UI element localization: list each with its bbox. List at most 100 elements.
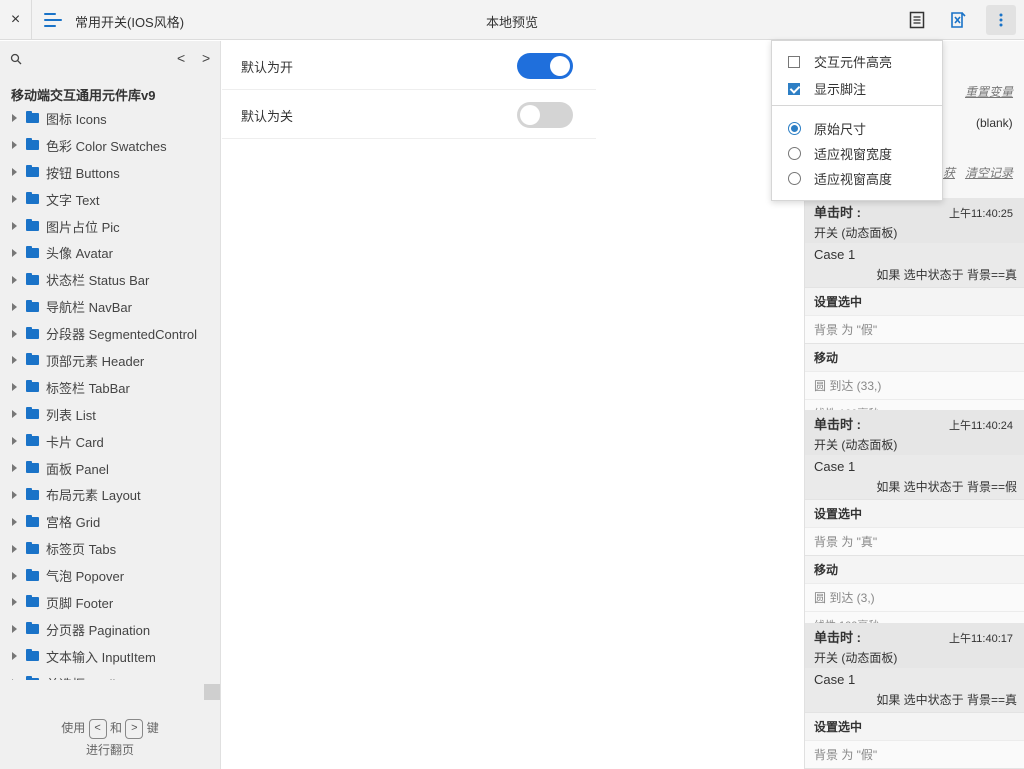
log-detail: 背景 为 "假"	[805, 315, 1024, 343]
export-icon[interactable]	[946, 8, 970, 32]
log-case: Case 1	[814, 672, 856, 687]
close-icon[interactable]: ×	[0, 0, 32, 40]
sidebar-item[interactable]: 列表 List	[0, 401, 220, 428]
expand-arrow-icon[interactable]	[12, 544, 17, 553]
toggle-switch[interactable]	[517, 53, 573, 79]
document-icon[interactable]	[905, 8, 929, 32]
expand-arrow-icon[interactable]	[12, 141, 17, 150]
expand-arrow-icon[interactable]	[12, 410, 17, 419]
expand-arrow-icon[interactable]	[12, 275, 17, 284]
folder-icon	[26, 272, 39, 285]
more-vert-icon[interactable]	[986, 5, 1016, 35]
menu-item-label: 交互元件高亮	[814, 55, 893, 70]
prev-page-button[interactable]: <	[177, 50, 185, 66]
folder-icon	[26, 649, 39, 662]
sidebar-item[interactable]: 卡片 Card	[0, 428, 220, 455]
sidebar-item-label: 文本输入 InputItem	[46, 649, 156, 665]
expand-arrow-icon[interactable]	[12, 302, 17, 311]
expand-arrow-icon[interactable]	[12, 679, 17, 680]
expand-arrow-icon[interactable]	[12, 652, 17, 661]
log-action: 移动	[805, 343, 1024, 371]
menu-item-label: 适应视窗高度	[814, 172, 893, 187]
scrollbar-corner[interactable]	[204, 684, 220, 700]
sidebar-item-label: 顶部元素 Header	[46, 353, 145, 369]
menu-item-fit-width[interactable]: 适应视窗宽度	[788, 144, 892, 163]
log-target: 开关 (动态面板)	[814, 438, 898, 452]
expand-arrow-icon[interactable]	[12, 571, 17, 580]
sidebar-item[interactable]: 图标 Icons	[0, 105, 220, 132]
expand-arrow-icon[interactable]	[12, 168, 17, 177]
menu-item-highlight[interactable]: 交互元件高亮	[788, 52, 892, 71]
folder-icon	[26, 380, 39, 393]
sitemap-menu-icon[interactable]	[44, 12, 62, 28]
sidebar-item[interactable]: 顶部元素 Header	[0, 347, 220, 374]
clear-log-link[interactable]: 清空记录	[965, 164, 1013, 181]
sidebar-item[interactable]: 文字 Text	[0, 186, 220, 213]
menu-divider	[772, 105, 942, 106]
menu-item-footnote[interactable]: 显示脚注	[788, 79, 866, 98]
radio-icon[interactable]	[788, 172, 801, 185]
folder-icon	[26, 219, 39, 231]
folder-icon	[26, 299, 39, 312]
log-detail: 背景 为 "真"	[805, 527, 1024, 555]
toggle-knob	[550, 56, 570, 76]
switch-row-off: 默认为关	[222, 90, 596, 139]
toggle-switch[interactable]	[517, 102, 573, 128]
menu-item-original-size[interactable]: 原始尺寸	[788, 119, 866, 138]
expand-arrow-icon[interactable]	[12, 464, 17, 473]
radio-icon[interactable]	[788, 147, 801, 160]
sidebar-item-label: 布局元素 Layout	[46, 488, 141, 504]
folder-icon	[26, 326, 39, 339]
sidebar-item[interactable]: 分页器 Pagination	[0, 616, 220, 643]
expand-arrow-icon[interactable]	[12, 329, 17, 338]
expand-arrow-icon[interactable]	[12, 490, 17, 499]
log-target: 开关 (动态面板)	[814, 226, 898, 240]
expand-arrow-icon[interactable]	[12, 356, 17, 365]
expand-arrow-icon[interactable]	[12, 114, 17, 123]
sidebar-item[interactable]: 宫格 Grid	[0, 508, 220, 535]
checkbox-icon[interactable]	[788, 82, 800, 95]
folder-icon	[26, 407, 39, 420]
sidebar-item[interactable]: 色彩 Color Swatches	[0, 132, 220, 159]
expand-arrow-icon[interactable]	[12, 598, 17, 607]
switch-row-on: 默认为开	[222, 41, 596, 90]
folder-icon	[26, 138, 39, 151]
expand-arrow-icon[interactable]	[12, 383, 17, 392]
expand-arrow-icon[interactable]	[12, 248, 17, 257]
trace-link[interactable]: 获	[943, 164, 955, 181]
sidebar-item[interactable]: 布局元素 Layout	[0, 481, 220, 508]
reset-variables-link[interactable]: 重置变量	[965, 83, 1013, 100]
expand-arrow-icon[interactable]	[12, 195, 17, 204]
checkbox-icon[interactable]	[788, 55, 800, 68]
sidebar-item-label: 按钮 Buttons	[46, 165, 120, 181]
sidebar-item[interactable]: 头像 Avatar	[0, 239, 220, 266]
expand-arrow-icon[interactable]	[12, 222, 17, 230]
expand-arrow-icon[interactable]	[12, 437, 17, 446]
sidebar-item[interactable]: 状态栏 Status Bar	[0, 266, 220, 293]
radio-icon[interactable]	[788, 122, 801, 135]
sidebar-item[interactable]: 气泡 Popover	[0, 562, 220, 589]
sidebar-item[interactable]: 文本输入 InputItem	[0, 643, 220, 670]
folder-icon	[26, 461, 39, 474]
expand-arrow-icon[interactable]	[12, 517, 17, 526]
menu-item-fit-height[interactable]: 适应视窗高度	[788, 169, 892, 188]
log-detail: 圆 到达 (33,)	[805, 371, 1024, 399]
sidebar-item-label: 面板 Panel	[46, 461, 109, 477]
hint-text-and: 和	[109, 721, 122, 735]
sidebar-item[interactable]: 标签栏 TabBar	[0, 374, 220, 401]
right-key-icon: >	[125, 718, 144, 739]
sidebar-item[interactable]: 面板 Panel	[0, 455, 220, 482]
sidebar-item[interactable]: 图片占位 Pic	[0, 213, 220, 240]
sidebar-item[interactable]: 按钮 Buttons	[0, 159, 220, 186]
expand-arrow-icon[interactable]	[12, 625, 17, 634]
folder-icon	[26, 165, 39, 178]
search-icon[interactable]	[10, 53, 22, 68]
next-page-button[interactable]: >	[202, 50, 210, 66]
sidebar-item[interactable]: 标签页 Tabs	[0, 535, 220, 562]
sidebar-item[interactable]: 单选框 Radio	[0, 670, 220, 680]
sidebar-item[interactable]: 页脚 Footer	[0, 589, 220, 616]
sidebar-item-label: 页脚 Footer	[46, 595, 114, 611]
sidebar-item[interactable]: 分段器 SegmentedControl	[0, 320, 220, 347]
hint-text-use: 使用	[61, 721, 86, 735]
sidebar-item[interactable]: 导航栏 NavBar	[0, 293, 220, 320]
